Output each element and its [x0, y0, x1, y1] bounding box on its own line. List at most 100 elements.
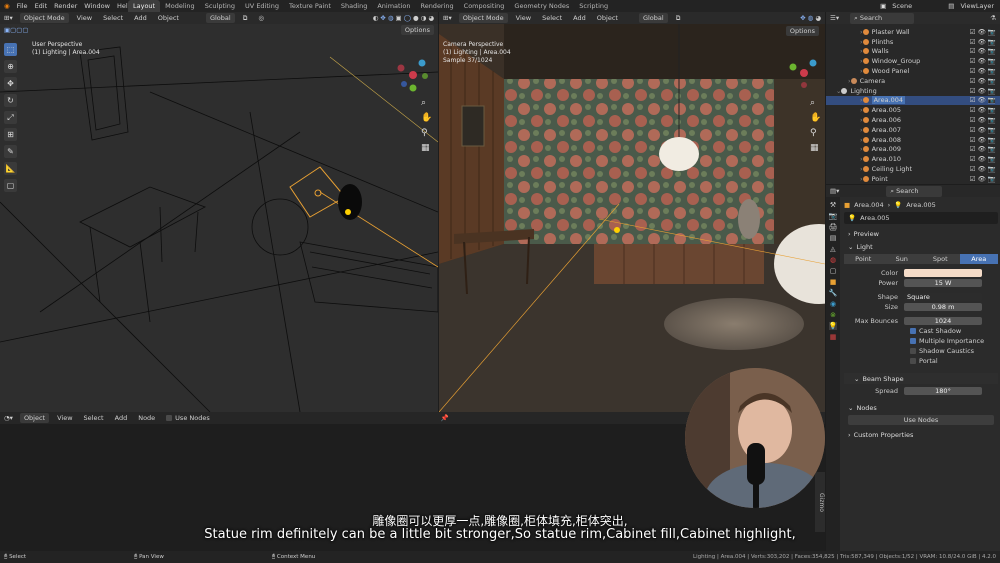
- visibility-toggles[interactable]: ☑ 👁 📷: [970, 136, 1000, 144]
- measure-icon[interactable]: 📐: [4, 162, 17, 175]
- menu-add[interactable]: Add: [569, 14, 590, 22]
- navigation-gizmo[interactable]: [785, 54, 823, 92]
- panel-custom-properties[interactable]: › Custom Properties: [844, 429, 998, 440]
- visibility-toggles[interactable]: ☑ 👁 📷: [970, 106, 1000, 114]
- eye-icon[interactable]: 👁: [978, 116, 986, 124]
- outliner-row[interactable]: › Area.007 ☑ 👁 📷: [826, 125, 1000, 135]
- scale-icon[interactable]: ⤢: [4, 111, 17, 124]
- outliner-row-label[interactable]: Wood Panel: [872, 67, 910, 75]
- rotate-icon[interactable]: ↻: [4, 94, 17, 107]
- properties-type-icon[interactable]: ▤▾: [826, 187, 843, 195]
- pan-hand-icon[interactable]: ✋: [421, 113, 432, 123]
- visibility-toggles[interactable]: ☑ 👁 📷: [970, 145, 1000, 153]
- tab-scripting[interactable]: Scripting: [574, 0, 613, 12]
- world-tab-icon[interactable]: ◍: [830, 256, 836, 264]
- zoom-icon[interactable]: ⌕: [421, 98, 432, 108]
- checkbox-icon[interactable]: ☑: [970, 57, 976, 65]
- eye-icon[interactable]: 👁: [978, 38, 986, 46]
- visibility-toggles[interactable]: ☑ 👁 📷: [970, 175, 1000, 183]
- visibility-toggles[interactable]: ☑ 👁 📷: [970, 38, 1000, 46]
- snap-icon[interactable]: ⧉: [672, 14, 685, 23]
- tab-shading[interactable]: Shading: [336, 0, 372, 12]
- panel-light[interactable]: ⌄ Light: [844, 241, 998, 252]
- light-data-block[interactable]: 💡 Area.005: [844, 212, 998, 224]
- cursor-icon[interactable]: ⊕: [4, 60, 17, 73]
- outliner-row-label[interactable]: Area.010: [872, 155, 901, 163]
- render-tab-icon[interactable]: 📷: [829, 212, 838, 220]
- menu-object[interactable]: Object: [593, 14, 622, 22]
- outliner-row[interactable]: › Window_Group ☑ 👁 📷: [826, 56, 1000, 66]
- camera-icon[interactable]: 📷: [988, 155, 996, 163]
- data-tab-icon[interactable]: 💡: [828, 322, 838, 330]
- annotate-icon[interactable]: ✎: [4, 145, 17, 158]
- tab-layout[interactable]: Layout: [128, 0, 161, 12]
- visibility-toggles[interactable]: ☑ 👁 📷: [970, 28, 1000, 36]
- outliner-row-label[interactable]: Area.008: [872, 136, 901, 144]
- menu-file[interactable]: File: [17, 2, 28, 10]
- menu-add[interactable]: Add: [111, 414, 132, 422]
- outliner-row[interactable]: › Area.009 ☑ 👁 📷: [826, 145, 1000, 155]
- view-layer-selector[interactable]: ViewLayer: [960, 2, 994, 10]
- shader-type-dropdown[interactable]: Object: [19, 413, 50, 423]
- outliner-row-label[interactable]: Window_Group: [872, 57, 921, 65]
- visibility-toggles[interactable]: ☑ 👁 📷: [970, 155, 1000, 163]
- outliner-row-label[interactable]: Plinths: [872, 38, 894, 46]
- tab-texture-paint[interactable]: Texture Paint: [284, 0, 336, 12]
- shading-rendered-icon[interactable]: ◕: [815, 14, 821, 22]
- camera-icon[interactable]: 📷: [988, 116, 996, 124]
- multiple-importance-checkbox[interactable]: Multiple Importance: [910, 337, 998, 347]
- editor-type-icon[interactable]: ⊞▾: [439, 14, 456, 22]
- options-dropdown[interactable]: Options: [785, 26, 819, 36]
- checkbox-icon[interactable]: ☑: [970, 47, 976, 55]
- light-type-sun[interactable]: Sun: [882, 254, 921, 264]
- visibility-toggles[interactable]: ☑ 👁 📷: [970, 47, 1000, 55]
- camera-icon[interactable]: 📷: [988, 38, 996, 46]
- outliner-row-label[interactable]: Area.004: [871, 96, 906, 105]
- camera-icon[interactable]: 📷: [988, 47, 996, 55]
- panel-preview[interactable]: › Preview: [844, 228, 998, 239]
- shape-dropdown[interactable]: Square: [904, 293, 982, 301]
- size-field[interactable]: 0.98 m: [904, 303, 982, 311]
- light-data-name[interactable]: Area.005: [860, 214, 889, 222]
- blender-logo-icon[interactable]: ◉: [4, 2, 10, 10]
- tab-animation[interactable]: Animation: [372, 0, 415, 12]
- eye-icon[interactable]: 👁: [978, 57, 986, 65]
- eye-icon[interactable]: 👁: [978, 106, 986, 114]
- perspective-toggle-icon[interactable]: ▦: [421, 143, 432, 153]
- eye-icon[interactable]: 👁: [978, 77, 986, 85]
- light-type-spot[interactable]: Spot: [921, 254, 960, 264]
- eye-icon[interactable]: 👁: [978, 126, 986, 134]
- menu-node[interactable]: Node: [134, 414, 159, 422]
- outliner-row[interactable]: › Ceiling Light ☑ 👁 📷: [826, 164, 1000, 174]
- checkbox-icon[interactable]: ☑: [970, 38, 976, 46]
- texture-tab-icon[interactable]: ▦: [830, 333, 837, 341]
- eye-icon[interactable]: 👁: [978, 155, 986, 163]
- menu-edit[interactable]: Edit: [35, 2, 48, 10]
- eye-icon[interactable]: 👁: [978, 175, 986, 183]
- camera-view-icon[interactable]: ⚲: [810, 128, 821, 138]
- filter-icon[interactable]: ⚗: [990, 14, 1000, 22]
- visibility-toggles[interactable]: ☑ 👁 📷: [970, 57, 1000, 65]
- camera-icon[interactable]: 📷: [988, 77, 996, 85]
- visibility-toggles[interactable]: ☑ 👁 📷: [970, 67, 1000, 75]
- visibility-toggles[interactable]: ☑ 👁 📷: [970, 87, 1000, 95]
- power-field[interactable]: 15 W: [904, 279, 982, 287]
- output-tab-icon[interactable]: 🖨: [829, 223, 838, 231]
- outliner-row[interactable]: › Plinths ☑ 👁 📷: [826, 37, 1000, 47]
- scene-selector[interactable]: Scene: [892, 2, 942, 10]
- select-box-icon[interactable]: ⬚: [4, 43, 17, 56]
- viewport-left[interactable]: ⊞▾ Object Mode View Select Add Object Gl…: [0, 12, 438, 412]
- tab-geometry-nodes[interactable]: Geometry Nodes: [509, 0, 574, 12]
- camera-icon[interactable]: 📷: [988, 126, 996, 134]
- menu-render[interactable]: Render: [54, 2, 77, 10]
- eye-icon[interactable]: 👁: [978, 28, 986, 36]
- use-nodes-button[interactable]: Use Nodes: [848, 415, 994, 425]
- camera-icon[interactable]: 📷: [988, 67, 996, 75]
- camera-icon[interactable]: 📷: [988, 165, 996, 173]
- checkbox-icon[interactable]: ☑: [970, 136, 976, 144]
- max-bounces-field[interactable]: 1024: [904, 317, 982, 325]
- eye-icon[interactable]: 👁: [978, 136, 986, 144]
- camera-icon[interactable]: 📷: [988, 136, 996, 144]
- use-nodes-checkbox[interactable]: Use Nodes: [162, 414, 214, 422]
- object-tab-icon[interactable]: ■: [830, 278, 837, 286]
